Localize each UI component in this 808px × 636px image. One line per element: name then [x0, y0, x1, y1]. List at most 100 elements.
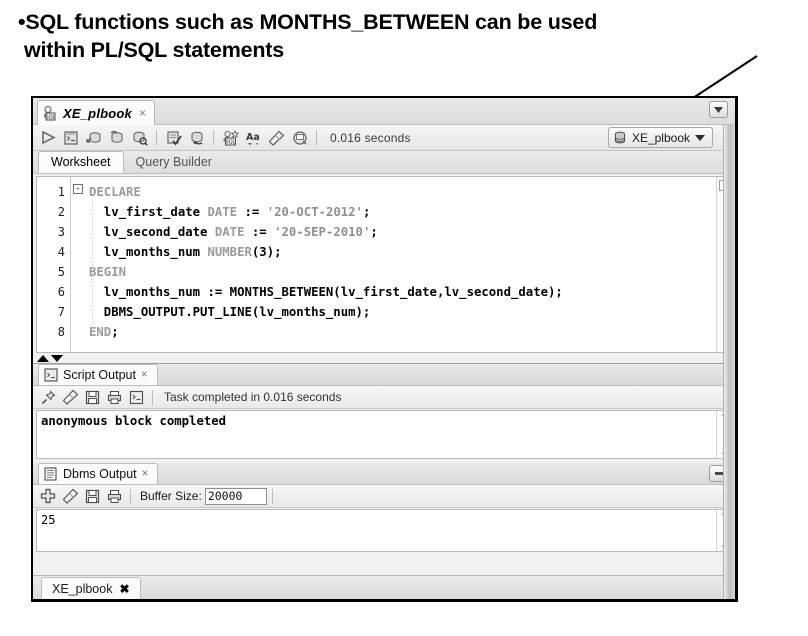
clear-button[interactable] — [59, 486, 81, 507]
slide-page: •SQL functions such as MONTHS_BETWEEN ca… — [0, 0, 808, 636]
autotrace-button[interactable] — [105, 127, 128, 149]
script-output-tab-strip: Script Output × — [33, 364, 735, 386]
code-token-kw: DATE — [214, 225, 245, 239]
tab-script-output-close-icon[interactable]: × — [141, 369, 148, 381]
query-builder-button[interactable] — [288, 127, 311, 149]
explain-plan-button[interactable] — [82, 127, 105, 149]
run-script-button[interactable] — [59, 127, 82, 149]
connection-selector[interactable]: XE_plbook — [607, 127, 713, 148]
db-search-icon — [132, 130, 148, 146]
fold-toggle-icon[interactable]: - — [73, 184, 83, 194]
print-button[interactable] — [103, 387, 125, 408]
splitter-up-icon[interactable] — [37, 354, 49, 362]
plus-icon — [40, 488, 56, 504]
line-number: 4 — [57, 245, 65, 259]
to-upper-lower-button[interactable]: Aa — [242, 127, 265, 149]
tab-dbms-output[interactable]: Dbms Output × — [38, 463, 159, 484]
script-output-icon — [44, 368, 58, 382]
bottom-tab-xe-plbook[interactable]: XE_plbook ✖ — [41, 577, 141, 599]
unshared-worksheet-button[interactable]: SQL — [219, 127, 242, 149]
rollback-button[interactable] — [185, 127, 208, 149]
sql-code-editor[interactable]: 1 2 3 4 5 6 7 8 - DECLARE lv_first_date … — [36, 176, 732, 353]
svg-text:SQL: SQL — [46, 115, 56, 121]
document-tab-xe-plbook[interactable]: SQL XE_plbook × — [37, 100, 155, 125]
svg-text:SQL: SQL — [226, 139, 236, 145]
explain-plan-icon — [85, 130, 102, 146]
code-token-kw: DATE — [207, 205, 238, 219]
editor-splitter[interactable] — [33, 353, 735, 364]
script-output-pane[interactable]: anonymous block completed ⌃ ⌄ — [36, 410, 732, 459]
line-number: 2 — [57, 205, 65, 219]
line-number-gutter: 1 2 3 4 5 6 7 8 — [37, 177, 71, 352]
chevron-down-icon — [695, 134, 705, 141]
run-statement-button[interactable] — [36, 127, 59, 149]
sql-worksheet-icon: SQL — [42, 105, 59, 121]
document-tab-label: XE_plbook — [63, 105, 132, 121]
script-output-status: Task completed in 0.016 seconds — [164, 390, 342, 404]
sql-new-icon: SQL — [222, 129, 239, 146]
db-rollback-icon — [189, 130, 205, 146]
clear-button[interactable] — [59, 387, 81, 408]
script-output-toolbar: Task completed in 0.016 seconds — [33, 386, 735, 409]
bottom-tab-close-icon[interactable]: ✖ — [119, 582, 129, 596]
code-line: DECLARE — [71, 182, 716, 202]
floppy-icon — [85, 390, 100, 405]
tab-worksheet-label: Worksheet — [51, 155, 111, 169]
svg-text:Aa: Aa — [246, 132, 260, 143]
autotrace-icon — [109, 130, 125, 146]
line-number: 5 — [57, 265, 65, 279]
elapsed-time-label: 0.016 seconds — [330, 130, 411, 145]
code-line: BEGIN — [71, 262, 716, 282]
worksheet-toolbar: SQL Aa 0.016 seconds XE_plbook — [33, 125, 735, 151]
floppy-icon — [85, 489, 100, 504]
code-token-id: lv_months_num := MONTHS_BETWEEN(lv_first… — [89, 285, 563, 299]
clear-button[interactable] — [265, 127, 288, 149]
splitter-down-icon[interactable] — [51, 354, 63, 362]
code-token-id: (3); — [251, 245, 282, 259]
tab-script-output[interactable]: Script Output × — [38, 364, 158, 385]
dbms-toolbar-separator-2 — [271, 488, 273, 504]
database-icon — [613, 131, 627, 145]
code-token-id: := — [237, 205, 267, 219]
window-vertical-scrollbar[interactable] — [723, 125, 735, 599]
pin-icon — [41, 390, 56, 405]
commit-button[interactable] — [162, 127, 185, 149]
toolbar-separator-2 — [213, 130, 214, 145]
sql-developer-window: SQL XE_plbook × SQL Aa 0.016 seconds XE_… — [31, 96, 738, 602]
code-line: END; — [71, 322, 716, 342]
tab-script-output-label: Script Output — [63, 368, 136, 382]
tab-dbms-output-close-icon[interactable]: × — [142, 468, 149, 480]
enable-dbms-output-button[interactable] — [37, 486, 59, 507]
worksheet-tab-strip: Worksheet Query Builder — [33, 151, 735, 174]
restore-down-button[interactable] — [709, 101, 728, 118]
buffer-size-label: Buffer Size: — [140, 489, 202, 503]
save-button[interactable] — [81, 486, 103, 507]
code-area[interactable]: - DECLARE lv_first_date DATE := '20-OCT-… — [71, 177, 716, 352]
indent-guide — [92, 201, 93, 331]
tab-worksheet[interactable]: Worksheet — [38, 151, 124, 173]
code-token-id: := — [244, 225, 275, 239]
bottom-tab-label: XE_plbook — [52, 581, 113, 596]
code-token-id: ; — [111, 325, 119, 339]
tab-query-builder[interactable]: Query Builder — [124, 151, 224, 173]
pin-button[interactable] — [37, 387, 59, 408]
play-triangle-icon — [40, 130, 56, 145]
script-output-text: anonymous block completed — [41, 414, 227, 428]
wrap-button[interactable] — [125, 387, 147, 408]
code-line: DBMS_OUTPUT.PUT_LINE(lv_months_num); — [71, 302, 716, 322]
Aa-icon: Aa — [245, 130, 263, 146]
bullet-line-1: SQL functions such as MONTHS_BETWEEN can… — [25, 10, 598, 34]
code-line: lv_first_date DATE := '20-OCT-2012'; — [71, 202, 716, 222]
window-filler — [33, 552, 735, 575]
print-button[interactable] — [103, 486, 125, 507]
dbms-output-pane[interactable]: 25 ⌃ ⌄ — [36, 509, 732, 552]
minimize-icon — [714, 472, 723, 475]
sql-history-button[interactable] — [128, 127, 151, 149]
document-tab-close-icon[interactable]: × — [136, 106, 146, 120]
chevron-down-icon — [714, 106, 723, 113]
buffer-size-input[interactable]: 20000 — [204, 487, 267, 505]
toolbar-separator-3 — [316, 130, 317, 145]
connection-name-label: XE_plbook — [631, 130, 690, 145]
save-button[interactable] — [81, 387, 103, 408]
dbms-output-text: 25 — [41, 513, 56, 527]
